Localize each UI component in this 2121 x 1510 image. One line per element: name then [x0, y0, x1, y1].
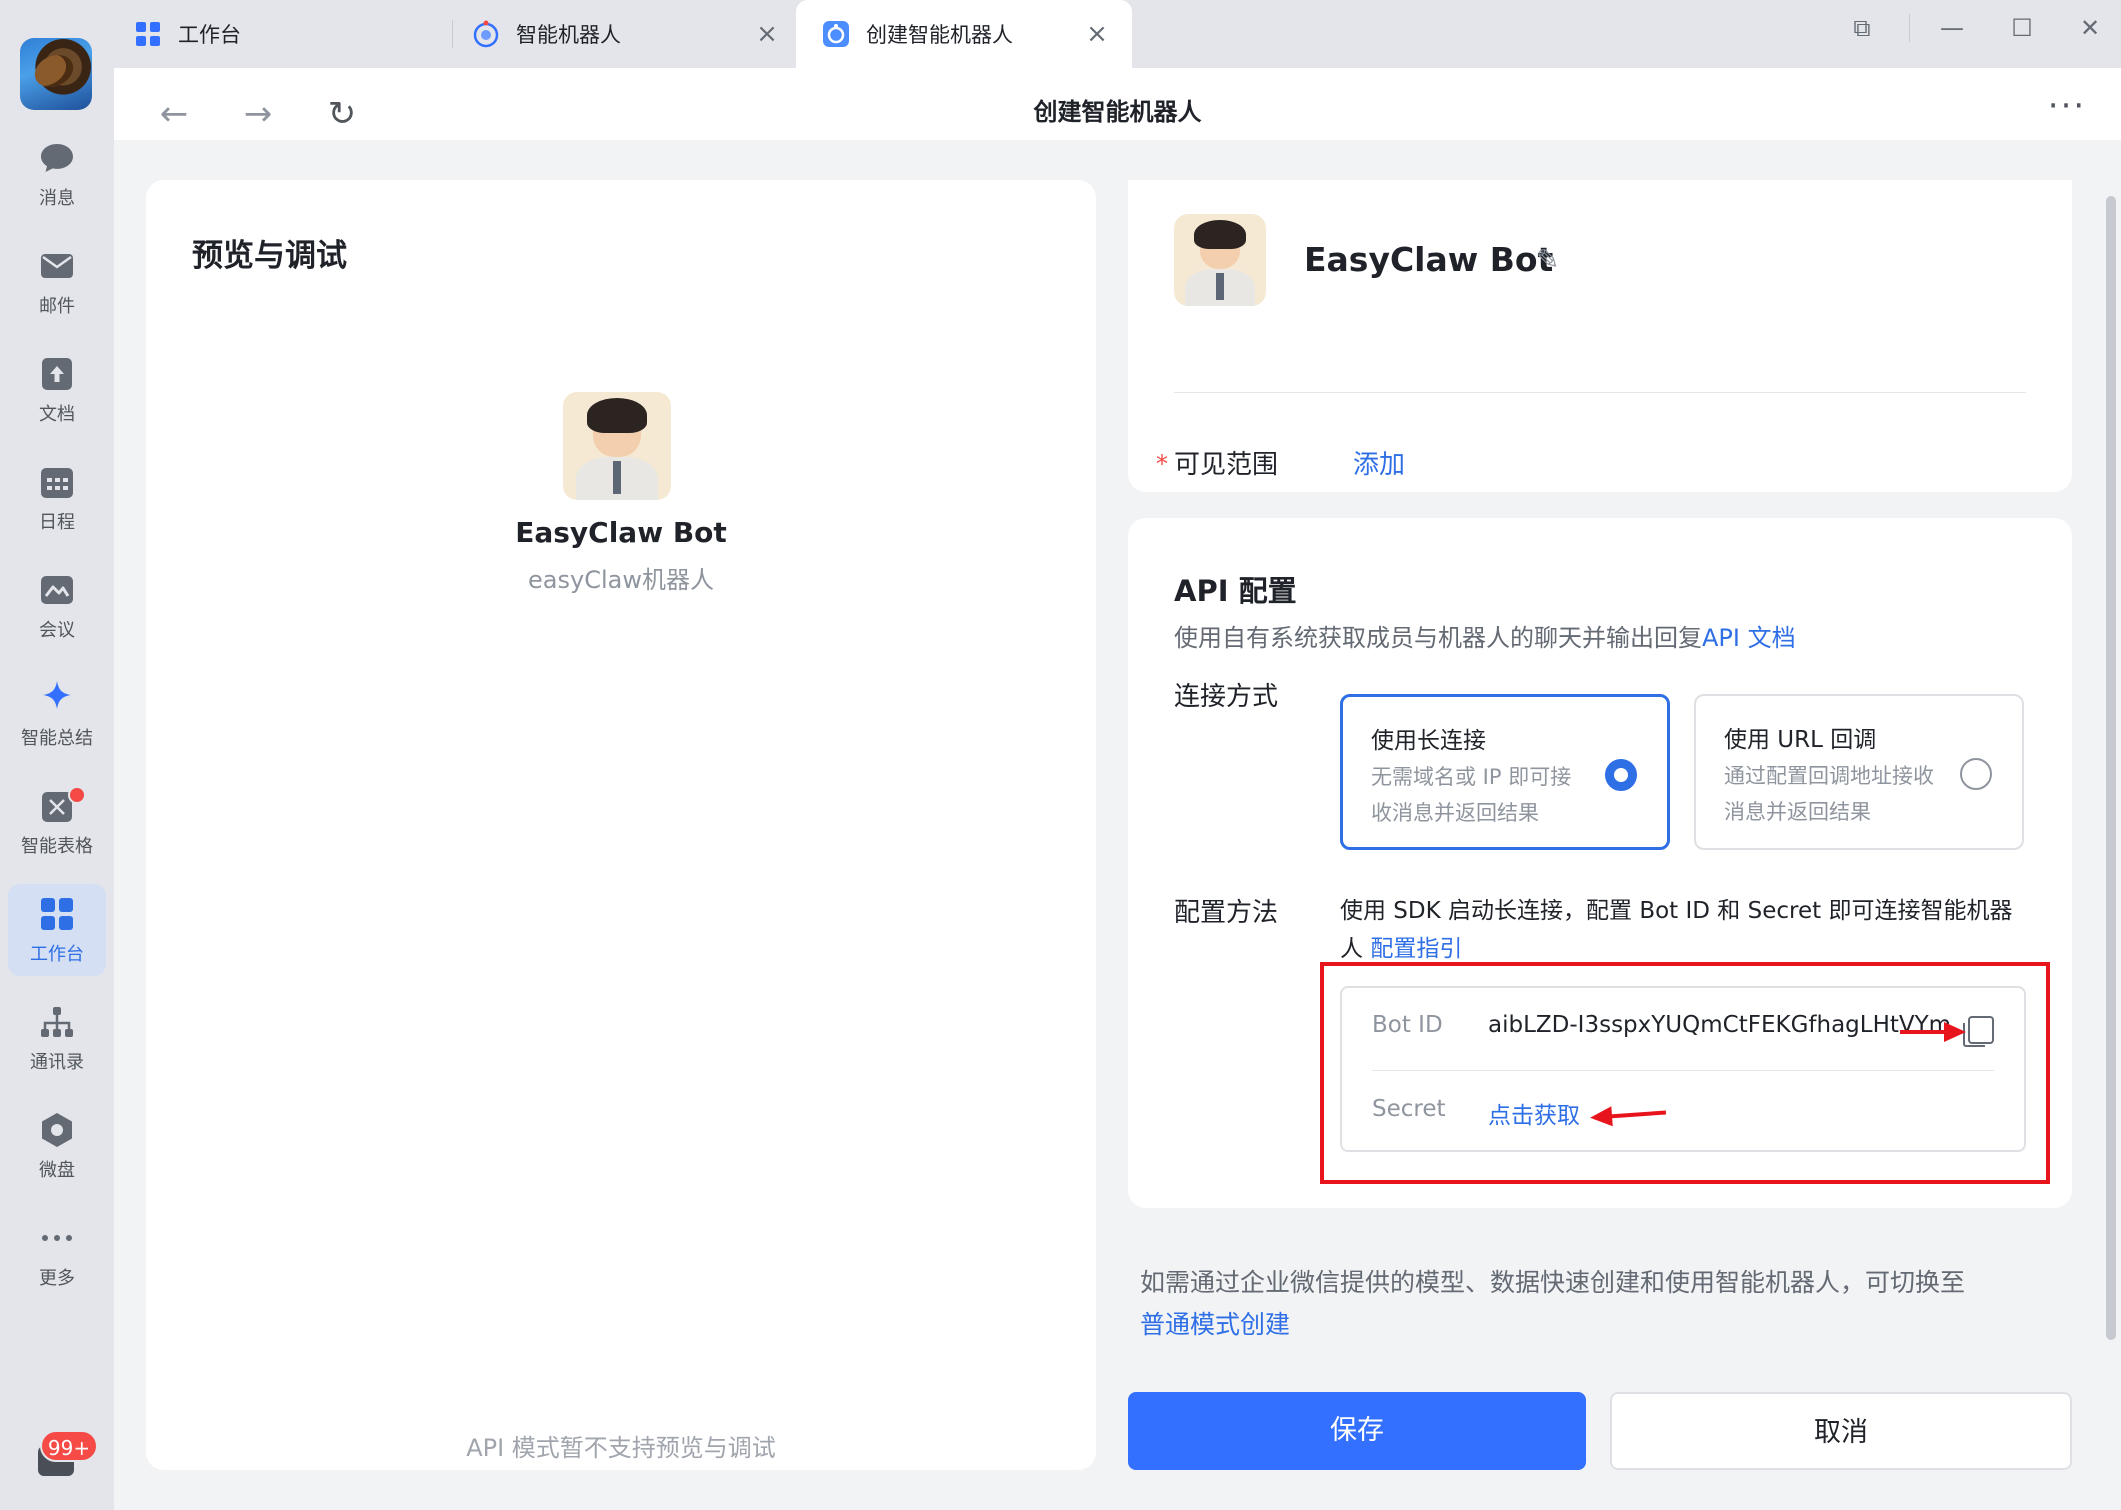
meeting-icon [41, 576, 73, 604]
tab-label: 创建智能机器人 [866, 23, 1013, 47]
tab-divider [452, 20, 453, 48]
close-icon[interactable]: × [1082, 19, 1112, 49]
radio-unselected[interactable] [1960, 758, 1992, 790]
unread-badge: 99+ [40, 1430, 98, 1462]
api-config-description: 使用自有系统获取成员与机器人的聊天并输出回复API 文档 [1174, 618, 1796, 653]
nav-item-meeting[interactable]: 会议 [8, 560, 106, 652]
edit-pencil-icon[interactable]: ✎ [1536, 242, 1572, 278]
preview-unsupported-note: API 模式暂不支持预览与调试 [466, 1434, 776, 1462]
window-divider [1909, 14, 1910, 42]
tab-label: 智能机器人 [516, 23, 621, 47]
api-doc-link[interactable]: API 文档 [1702, 624, 1796, 652]
config-method-text: 使用 SDK 启动长连接，配置 Bot ID 和 Secret 即可连接智能机器… [1340, 892, 2020, 968]
save-button[interactable]: 保存 [1128, 1392, 1586, 1470]
org-chart-icon [41, 1007, 73, 1037]
chat-bubble-icon [41, 144, 73, 172]
preview-bot-subtitle: easyClaw机器人 [528, 566, 714, 594]
calendar-icon [41, 468, 73, 498]
nav-item-label: 更多 [39, 1268, 75, 1289]
api-desc-text: 使用自有系统获取成员与机器人的聊天并输出回复 [1174, 624, 1702, 652]
nav-item-label: 智能表格 [21, 836, 93, 857]
add-visibility-link[interactable]: 添加 [1353, 444, 1405, 481]
mode-switch-note: 如需通过企业微信提供的模型、数据快速创建和使用智能机器人，可切换至 普通模式创建 [1140, 1262, 2040, 1346]
document-icon [42, 358, 72, 390]
more-options-icon[interactable]: ··· [2037, 86, 2097, 134]
option-description: 通过配置回调地址接收消息并返回结果 [1724, 764, 1934, 824]
nav-item-label: 微盘 [39, 1160, 75, 1181]
left-nav-rail: 消息 邮件 文档 日程 会议 智能总结 智能表格 工作台 通讯录 微盘 更多 9… [0, 0, 114, 1510]
notification-dot [68, 786, 86, 804]
sparkle-icon [43, 681, 71, 709]
window-restore-icon[interactable]: ⧉ [1842, 8, 1882, 48]
tab-label: 工作台 [178, 23, 241, 47]
nav-item-label: 邮件 [39, 296, 75, 317]
close-icon[interactable]: × [752, 19, 782, 49]
nav-item-label: 会议 [39, 620, 75, 641]
bot-name: EasyClaw Bot [1304, 240, 1554, 279]
tab-bar: 工作台 智能机器人 × 创建智能机器人 × ⧉ — ☐ ✕ [114, 0, 2121, 68]
api-config-heading: API 配置 [1174, 574, 1297, 608]
refresh-icon[interactable]: ↻ [318, 90, 366, 138]
cancel-button[interactable]: 取消 [1610, 1392, 2072, 1470]
option-description: 无需域名或 IP 即可接收消息并返回结果 [1371, 765, 1572, 825]
config-guide-link[interactable]: 配置指引 [1370, 936, 1462, 962]
nav-item-docs[interactable]: 文档 [8, 344, 106, 436]
grid-apps-icon [136, 22, 160, 46]
nav-item-drive[interactable]: 微盘 [8, 1100, 106, 1192]
normal-mode-link[interactable]: 普通模式创建 [1140, 1310, 1290, 1339]
vertical-scrollbar[interactable] [2106, 196, 2116, 1340]
preview-panel: 预览与调试 EasyClaw Bot easyClaw机器人 API 模式暂不支… [146, 180, 1096, 1470]
back-arrow-icon[interactable]: ← [150, 90, 198, 138]
option-title: 使用 URL 回调 [1724, 727, 1877, 753]
config-method-label: 配置方法 [1174, 898, 1279, 928]
nav-item-workbench[interactable]: 工作台 [8, 884, 106, 976]
nav-item-contacts[interactable]: 通讯录 [8, 992, 106, 1084]
mode-switch-text: 如需通过企业微信提供的模型、数据快速创建和使用智能机器人，可切换至 [1140, 1268, 1966, 1297]
nav-item-label: 日程 [39, 512, 75, 533]
nav-item-label: 工作台 [30, 944, 84, 965]
nav-item-label: 智能总结 [21, 728, 93, 749]
nav-item-messages[interactable]: 消息 [8, 128, 106, 220]
nav-item-calendar[interactable]: 日程 [8, 452, 106, 544]
user-avatar[interactable] [20, 38, 92, 110]
robot-icon [473, 20, 499, 48]
nav-item-label: 通讯录 [30, 1052, 84, 1073]
visibility-label: 可见范围 [1174, 450, 1279, 480]
annotation-highlight-box [1320, 962, 2050, 1184]
option-title: 使用长连接 [1371, 728, 1486, 754]
preview-bot-name: EasyClaw Bot [515, 516, 727, 549]
robot-icon [823, 21, 849, 47]
nav-item-mail[interactable]: 邮件 [8, 236, 106, 328]
nav-item-more[interactable]: 更多 [8, 1208, 106, 1300]
window-maximize-icon[interactable]: ☐ [2002, 8, 2042, 48]
nav-item-label: 文档 [39, 404, 75, 425]
connection-mode-label: 连接方式 [1174, 682, 1279, 712]
window-minimize-icon[interactable]: — [1932, 8, 1972, 48]
option-url-callback[interactable]: 使用 URL 回调 通过配置回调地址接收消息并返回结果 [1694, 694, 2024, 850]
nav-item-smart-summary[interactable]: 智能总结 [8, 668, 106, 760]
bot-info-card: EasyClaw Bot ✎ * 可见范围 添加 [1128, 180, 2072, 492]
main-content: 预览与调试 EasyClaw Bot easyClaw机器人 API 模式暂不支… [114, 140, 2121, 1510]
grid-apps-icon [41, 898, 73, 930]
option-long-connection[interactable]: 使用长连接 无需域名或 IP 即可接收消息并返回结果 [1340, 694, 1670, 850]
window-close-icon[interactable]: ✕ [2070, 8, 2110, 48]
annotation-arrow-icon [1900, 1022, 1966, 1042]
required-mark: * [1156, 450, 1168, 478]
bot-avatar [563, 392, 671, 500]
radio-selected[interactable] [1605, 759, 1637, 791]
nav-item-smart-table[interactable]: 智能表格 [8, 776, 106, 868]
more-dots-icon [42, 1235, 72, 1241]
cloud-drive-icon [42, 1113, 72, 1147]
mail-icon [41, 254, 73, 278]
tab-smart-robot[interactable]: 智能机器人 × [472, 0, 802, 68]
tab-workbench[interactable]: 工作台 [134, 0, 454, 68]
tab-create-robot[interactable]: 创建智能机器人 × [796, 0, 1132, 68]
nav-item-label: 消息 [39, 188, 75, 209]
bot-avatar[interactable] [1174, 214, 1266, 306]
page-title: 创建智能机器人 [1033, 98, 1202, 126]
divider [1174, 392, 2026, 393]
preview-heading: 预览与调试 [192, 238, 347, 274]
forward-arrow-icon[interactable]: → [234, 90, 282, 138]
